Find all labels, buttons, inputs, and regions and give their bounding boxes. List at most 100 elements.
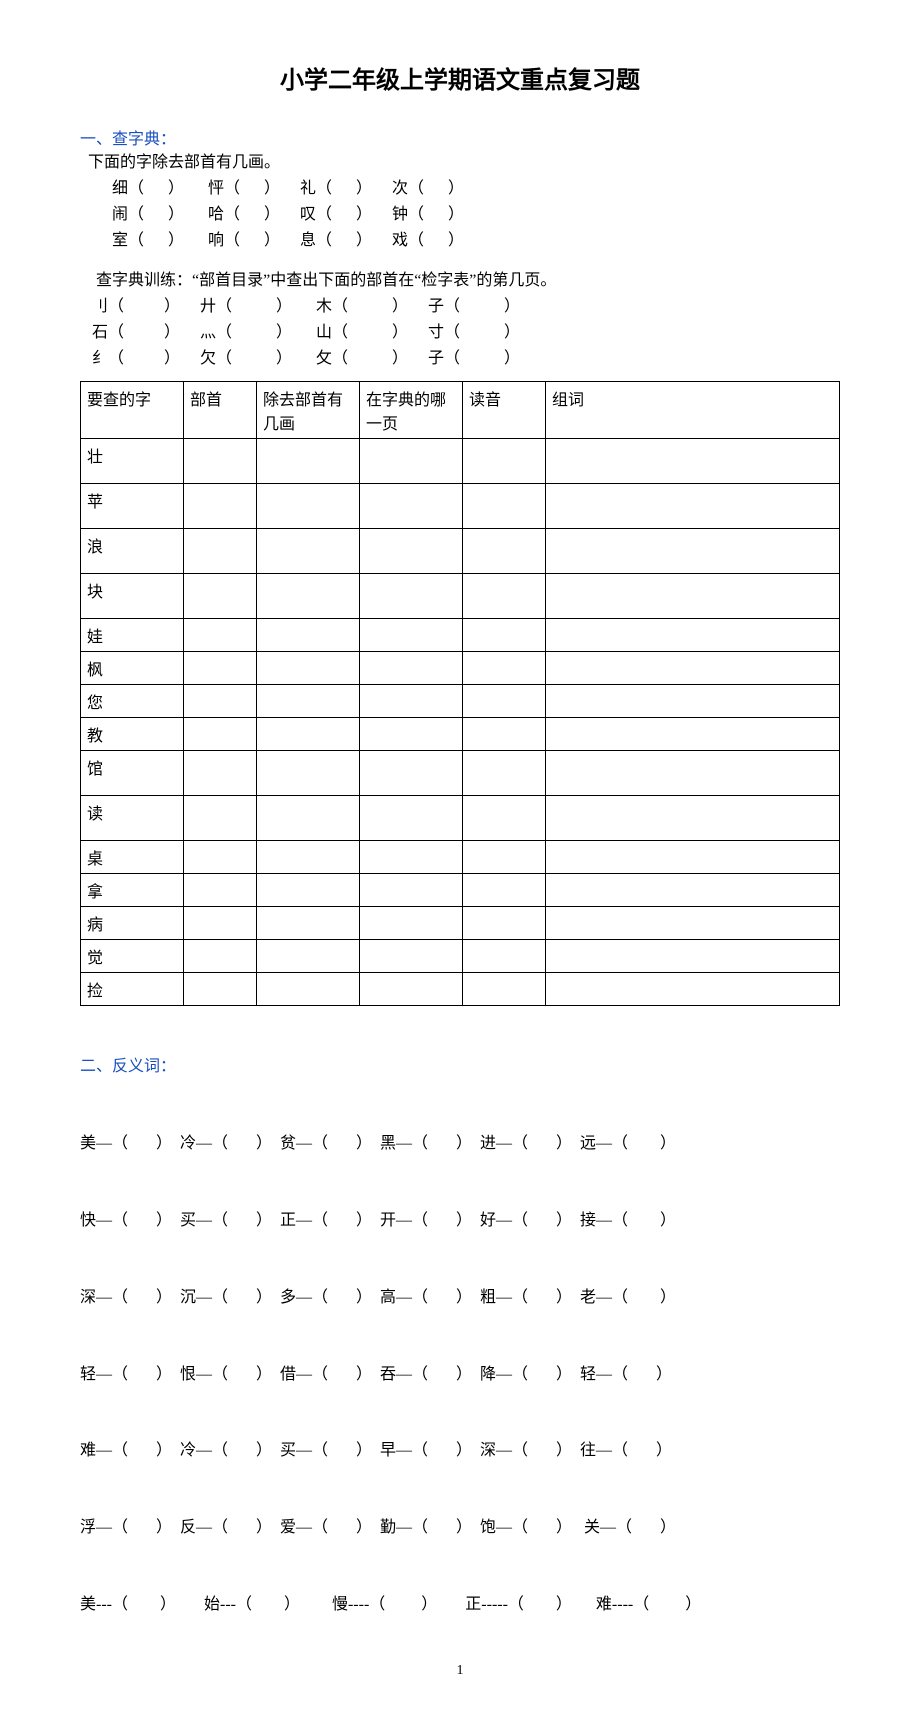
char-cell: 教 (81, 718, 184, 751)
s1-radical-row3: 纟（ ） 欠（ ） 攵（ ） 子（ ） (80, 347, 840, 371)
blank-cell (463, 796, 546, 841)
blank-cell (546, 652, 840, 685)
s1-radical-row1: 刂（ ） 廾（ ） 木（ ） 子（ ） (80, 295, 840, 319)
section-2-heading: 二、反义词： (80, 1052, 840, 1076)
table-row: 拿 (81, 874, 840, 907)
blank-cell (257, 484, 360, 529)
blank-cell (463, 529, 546, 574)
blank-cell (184, 619, 257, 652)
char-cell: 馆 (81, 751, 184, 796)
blank-cell (360, 841, 463, 874)
blank-cell (257, 685, 360, 718)
blank-cell (184, 439, 257, 484)
blank-cell (546, 940, 840, 973)
th-radical: 部首 (184, 382, 257, 439)
blank-cell (463, 484, 546, 529)
s1-strokes-row3: 室（ ） 响（ ） 息（ ） 戏（ ） (80, 229, 840, 253)
blank-cell (360, 874, 463, 907)
blank-cell (184, 841, 257, 874)
char-cell: 块 (81, 574, 184, 619)
blank-cell (546, 751, 840, 796)
table-body: 壮苹浪块娃枫您教馆读桌拿病觉捡 (81, 439, 840, 1006)
antonym-line: 美—（ ） 冷—（ ） 贫—（ ） 黑—（ ） 进—（ ） 远—（ ） (80, 1131, 840, 1157)
blank-cell (463, 940, 546, 973)
blank-cell (463, 907, 546, 940)
blank-cell (257, 841, 360, 874)
blank-cell (463, 574, 546, 619)
s1-sub2: 查字典训练：“部首目录”中查出下面的部首在“检字表”的第几页。 (80, 269, 840, 293)
blank-cell (257, 574, 360, 619)
blank-cell (360, 619, 463, 652)
page-number: 1 (80, 1663, 840, 1679)
char-cell: 桌 (81, 841, 184, 874)
s1-strokes-row1: 细（ ） 怦（ ） 礼（ ） 次（ ） (80, 177, 840, 201)
table-row: 教 (81, 718, 840, 751)
blank-cell (257, 907, 360, 940)
table-row: 娃 (81, 619, 840, 652)
char-cell: 病 (81, 907, 184, 940)
blank-cell (184, 718, 257, 751)
table-row: 您 (81, 685, 840, 718)
blank-cell (360, 907, 463, 940)
blank-cell (360, 940, 463, 973)
blank-cell (360, 652, 463, 685)
antonym-line: 轻—（ ） 恨—（ ） 借—（ ） 吞—（ ） 降—（ ） 轻—（ ） (80, 1362, 840, 1388)
page-title: 小学二年级上学期语文重点复习题 (80, 60, 840, 95)
th-reading: 读音 (463, 382, 546, 439)
antonym-line: 浮—（ ） 反—（ ） 爱—（ ） 勤—（ ） 饱—（ ） 关—（ ） (80, 1515, 840, 1541)
blank-cell (546, 574, 840, 619)
blank-cell (257, 619, 360, 652)
char-cell: 捡 (81, 973, 184, 1006)
th-char: 要查的字 (81, 382, 184, 439)
antonym-line: 美---（ ） 始---（ ） 慢----（ ） 正-----（ ） 难----… (80, 1592, 840, 1618)
blank-cell (184, 652, 257, 685)
s1-radical-row2: 石（ ） 灬（ ） 山（ ） 寸（ ） (80, 321, 840, 345)
char-cell: 拿 (81, 874, 184, 907)
blank-cell (463, 841, 546, 874)
blank-cell (184, 574, 257, 619)
blank-cell (184, 529, 257, 574)
blank-cell (257, 751, 360, 796)
blank-cell (360, 574, 463, 619)
char-cell: 娃 (81, 619, 184, 652)
blank-cell (257, 940, 360, 973)
char-cell: 读 (81, 796, 184, 841)
blank-cell (184, 751, 257, 796)
blank-cell (257, 439, 360, 484)
blank-cell (184, 973, 257, 1006)
char-cell: 觉 (81, 940, 184, 973)
blank-cell (360, 484, 463, 529)
blank-cell (184, 484, 257, 529)
blank-cell (257, 973, 360, 1006)
table-row: 觉 (81, 940, 840, 973)
section-1-heading: 一、查字典： (80, 125, 840, 149)
char-cell: 枫 (81, 652, 184, 685)
char-cell: 苹 (81, 484, 184, 529)
blank-cell (463, 619, 546, 652)
blank-cell (184, 940, 257, 973)
blank-cell (360, 439, 463, 484)
table-row: 桌 (81, 841, 840, 874)
blank-cell (257, 874, 360, 907)
table-row: 壮 (81, 439, 840, 484)
blank-cell (546, 874, 840, 907)
th-strokes: 除去部首有几画 (257, 382, 360, 439)
blank-cell (360, 751, 463, 796)
blank-cell (257, 796, 360, 841)
char-cell: 您 (81, 685, 184, 718)
th-page: 在字典的哪一页 (360, 382, 463, 439)
dictionary-table: 要查的字 部首 除去部首有几画 在字典的哪一页 读音 组词 壮苹浪块娃枫您教馆读… (80, 381, 840, 1006)
antonym-lines: 美—（ ） 冷—（ ） 贫—（ ） 黑—（ ） 进—（ ） 远—（ ） 快—（ … (80, 1080, 840, 1643)
char-cell: 壮 (81, 439, 184, 484)
table-row: 病 (81, 907, 840, 940)
table-row: 浪 (81, 529, 840, 574)
th-word: 组词 (546, 382, 840, 439)
table-row: 苹 (81, 484, 840, 529)
blank-cell (257, 529, 360, 574)
blank-cell (463, 439, 546, 484)
table-row: 捡 (81, 973, 840, 1006)
blank-cell (184, 685, 257, 718)
blank-cell (257, 718, 360, 751)
table-row: 读 (81, 796, 840, 841)
blank-cell (463, 718, 546, 751)
